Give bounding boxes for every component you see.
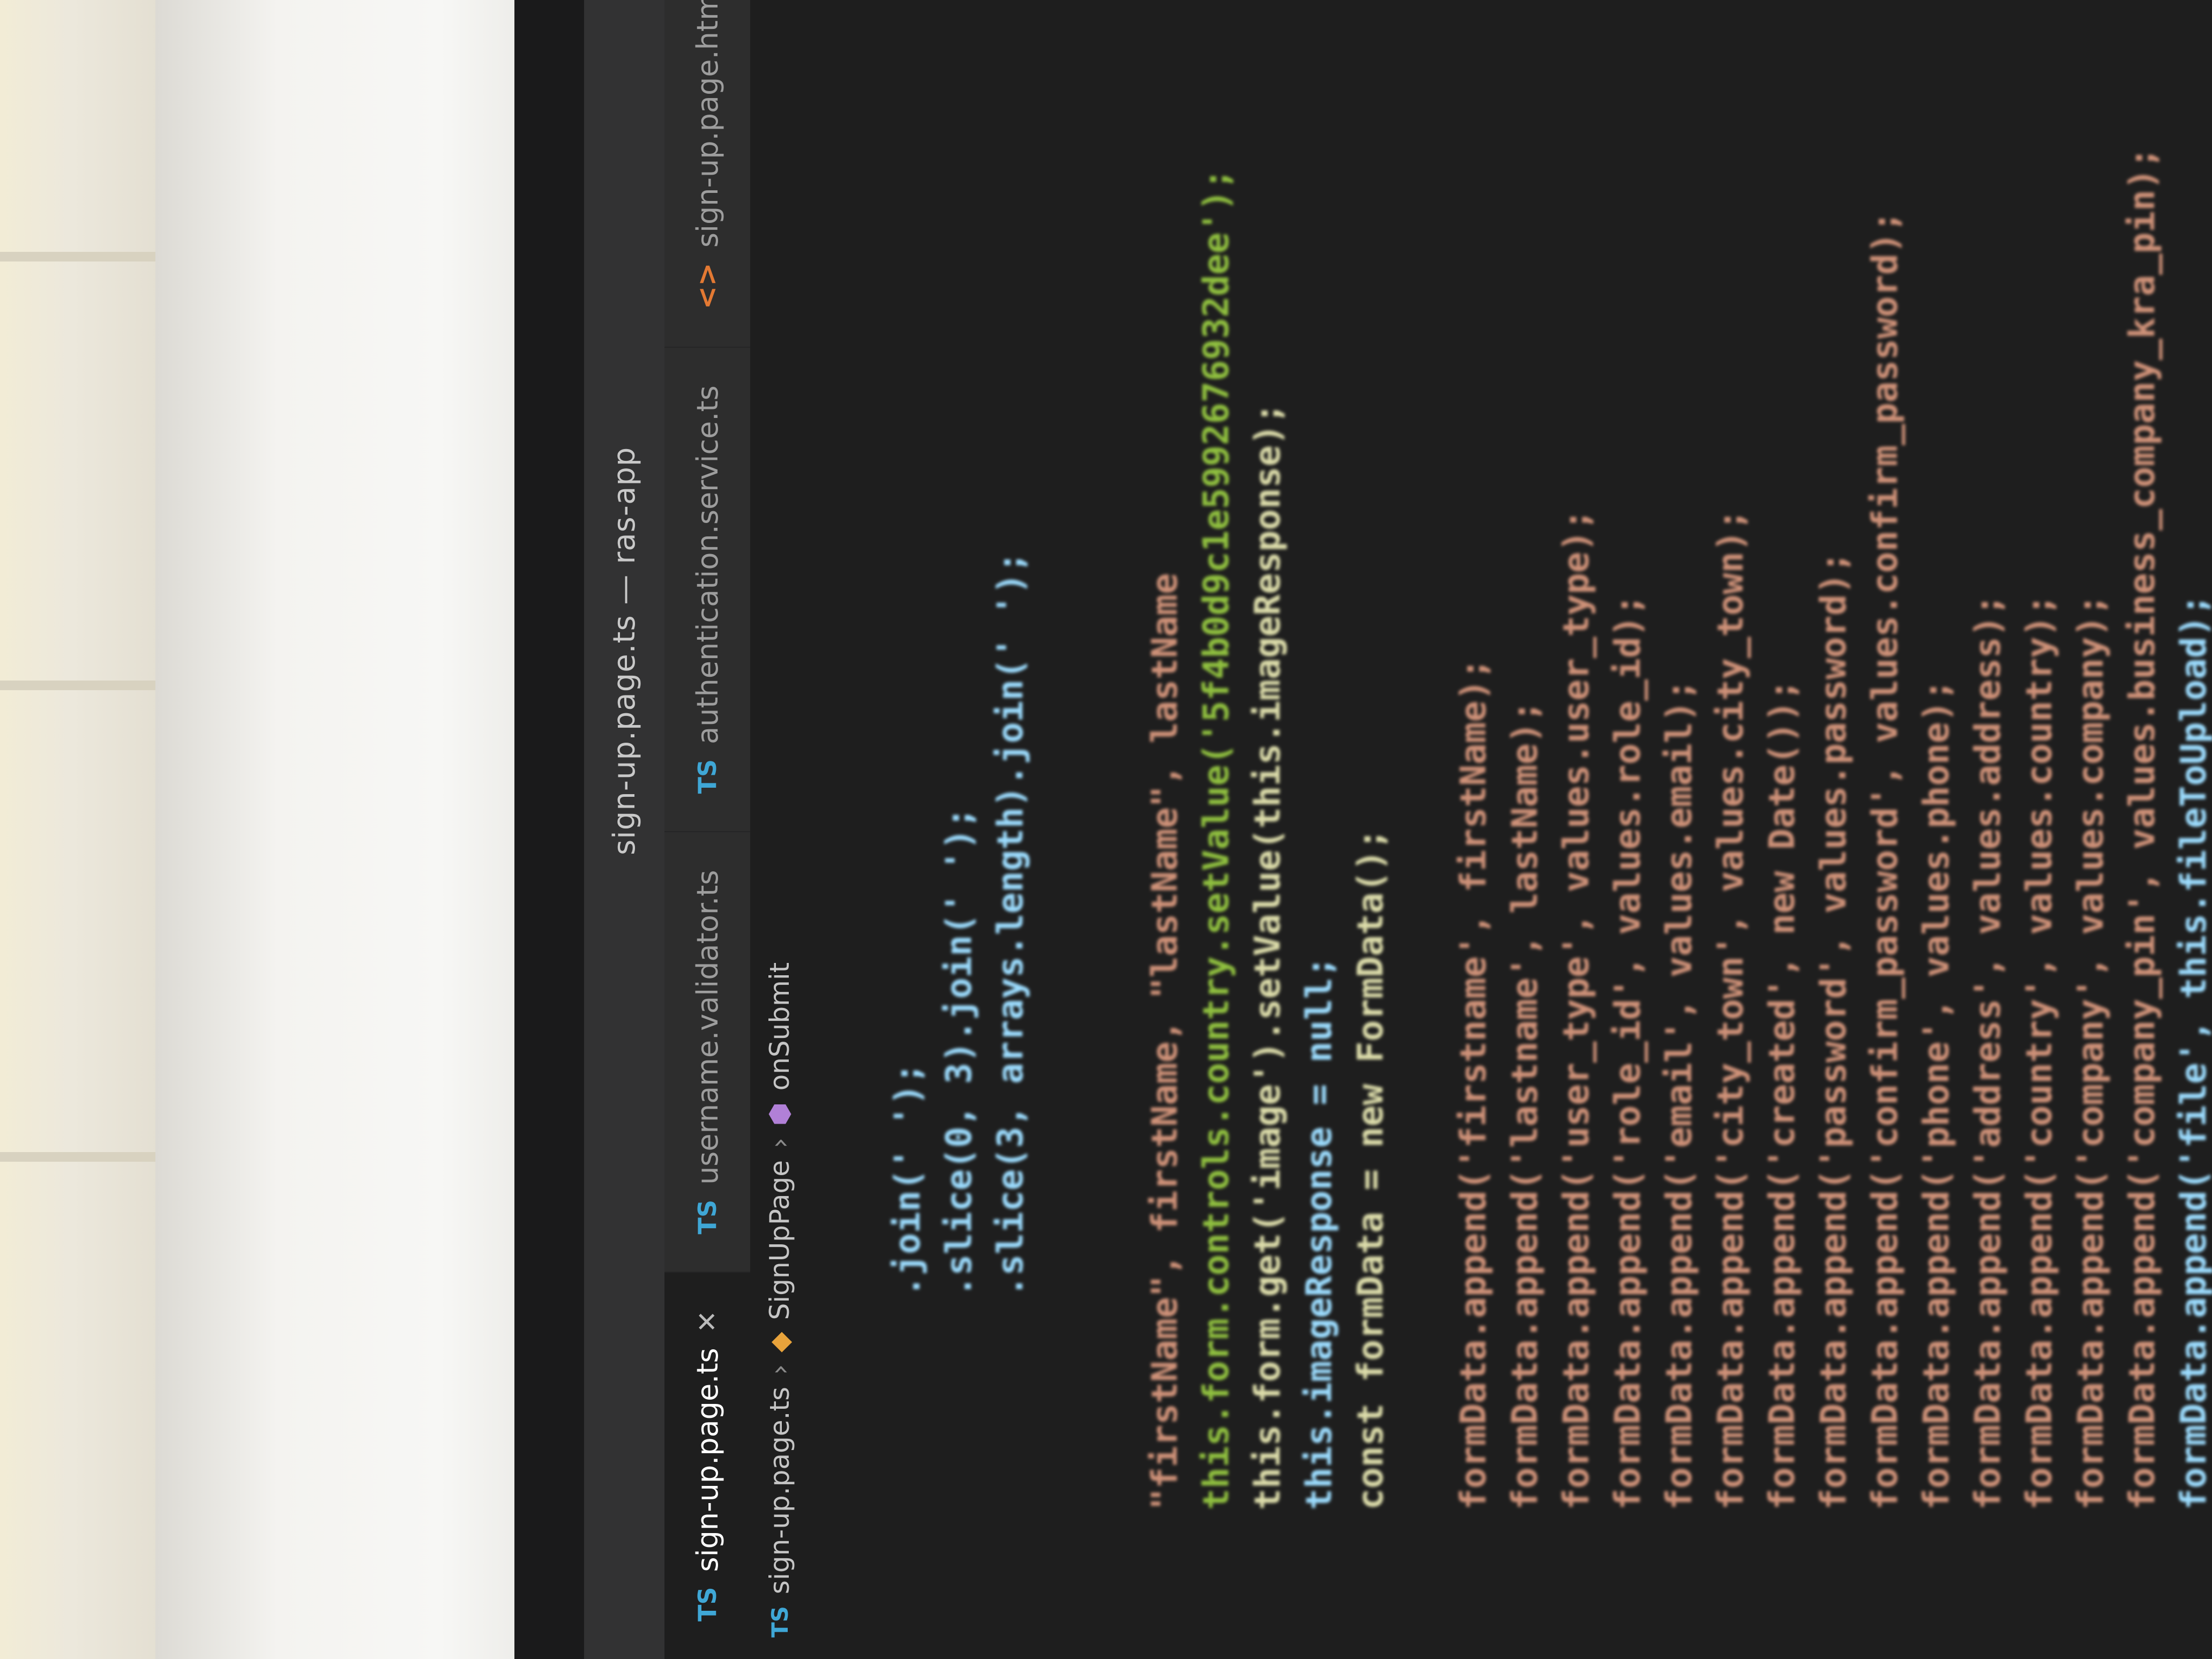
code-line[interactable]: formData.append('user_type', values.user… — [1551, 0, 1602, 1638]
tab-sign-up-page-ts[interactable]: TS sign-up.page.ts ✕ — [664, 1272, 750, 1659]
code-line[interactable]: "firstName", firstName, "lastName", last… — [1139, 0, 1191, 1638]
typescript-file-icon: TS — [766, 1606, 793, 1638]
monitor-screen: sign-up.page.ts — ras-app TS sign-up.pag… — [584, 0, 2212, 1659]
chevron-right-icon: › — [764, 1364, 795, 1375]
code-line[interactable]: formData.append('password', values.passw… — [1808, 0, 1859, 1638]
method-icon: ⬢ — [764, 1102, 795, 1126]
monitor-bezel — [155, 0, 563, 1659]
breadcrumb-class[interactable]: SignUpPage — [764, 1160, 795, 1320]
code-line[interactable] — [1036, 0, 1088, 1638]
wall-trim — [0, 1152, 166, 1162]
code-line[interactable]: formData.append('email', values.email); — [1654, 0, 1705, 1638]
class-icon: ◆ — [764, 1332, 795, 1352]
code-line[interactable]: formData.append('file', this.fileToUploa… — [2168, 0, 2212, 1638]
editor-tabs: TS sign-up.page.ts ✕ TS username.validat… — [664, 0, 750, 1659]
tab-username-validator-ts[interactable]: TS username.validator.ts — [664, 831, 750, 1272]
html-file-icon: <> — [691, 263, 723, 310]
close-icon[interactable]: ✕ — [692, 1310, 723, 1333]
typescript-file-icon: TS — [693, 759, 722, 794]
code-line[interactable]: formData.append('phone', values.phone); — [1911, 0, 1962, 1638]
title-bar: sign-up.page.ts — ras-app — [584, 0, 664, 1659]
code-line[interactable]: this.imageResponse = null; — [1294, 0, 1345, 1638]
wall-trim — [0, 252, 166, 261]
breadcrumb-method[interactable]: onSubmit — [764, 962, 795, 1091]
chevron-right-icon: › — [764, 1138, 795, 1149]
window-title: sign-up.page.ts — ras-app — [607, 446, 642, 855]
code-line[interactable] — [1088, 0, 1139, 1638]
monitor-label — [568, 1533, 589, 1618]
tab-sign-up-page-html[interactable]: <> sign-up.page.html — [664, 0, 750, 347]
code-line[interactable]: .slice(3, arrays.length).join(' '); — [985, 0, 1036, 1638]
background-wall — [0, 0, 177, 1659]
code-line[interactable]: formData.append('firstname', firstName); — [1448, 0, 1499, 1638]
typescript-file-icon: TS — [693, 1199, 722, 1235]
editor-window: sign-up.page.ts — ras-app TS sign-up.pag… — [584, 0, 2212, 1659]
monitor-inner-bezel — [514, 0, 584, 1659]
code-line[interactable]: formData.append('company_pin', values.bu… — [2117, 0, 2168, 1638]
tab-label: username.validator.ts — [690, 870, 724, 1185]
breadcrumb: TS sign-up.page.ts › ◆ SignUpPage › ⬢ on… — [750, 0, 809, 1659]
code-line[interactable] — [831, 0, 882, 1638]
tab-label: authentication.service.ts — [690, 385, 724, 744]
code-line[interactable]: const formData = new FormData(); — [1345, 0, 1396, 1638]
code-line[interactable]: formData.append('company', values.compan… — [2065, 0, 2117, 1638]
code-line[interactable]: formData.append('address', values.addres… — [1962, 0, 2014, 1638]
wall-trim — [0, 681, 166, 690]
code-line[interactable]: this.form.controls.country.setValue('5f4… — [1191, 0, 1242, 1638]
tab-label: sign-up.page.html — [690, 0, 724, 248]
code-line[interactable]: this.form.get('image').setValue(this.ima… — [1242, 0, 1294, 1638]
code-editor[interactable]: .join(' '); .slice(0, 3).join(' '); .sli… — [809, 0, 2212, 1659]
tab-authentication-service-ts[interactable]: TS authentication.service.ts — [664, 347, 750, 832]
code-line[interactable]: formData.append('country', values.countr… — [2014, 0, 2065, 1638]
typescript-file-icon: TS — [693, 1587, 722, 1621]
code-line[interactable]: formData.append('lastname', lastName); — [1499, 0, 1551, 1638]
tab-label: sign-up.page.ts — [690, 1348, 724, 1572]
code-line[interactable]: formData.append('confirm_password', valu… — [1859, 0, 1911, 1638]
code-line[interactable]: formData.append('city_town', values.city… — [1705, 0, 1757, 1638]
breadcrumb-file[interactable]: sign-up.page.ts — [764, 1387, 795, 1594]
code-line[interactable]: formData.append('created', new Date()); — [1757, 0, 1808, 1638]
code-line[interactable]: .slice(0, 3).join(' '); — [933, 0, 985, 1638]
code-line[interactable] — [1396, 0, 1448, 1638]
code-line[interactable]: formData.append('role_id', values.role_i… — [1602, 0, 1654, 1638]
code-line[interactable]: .join(' '); — [882, 0, 933, 1638]
